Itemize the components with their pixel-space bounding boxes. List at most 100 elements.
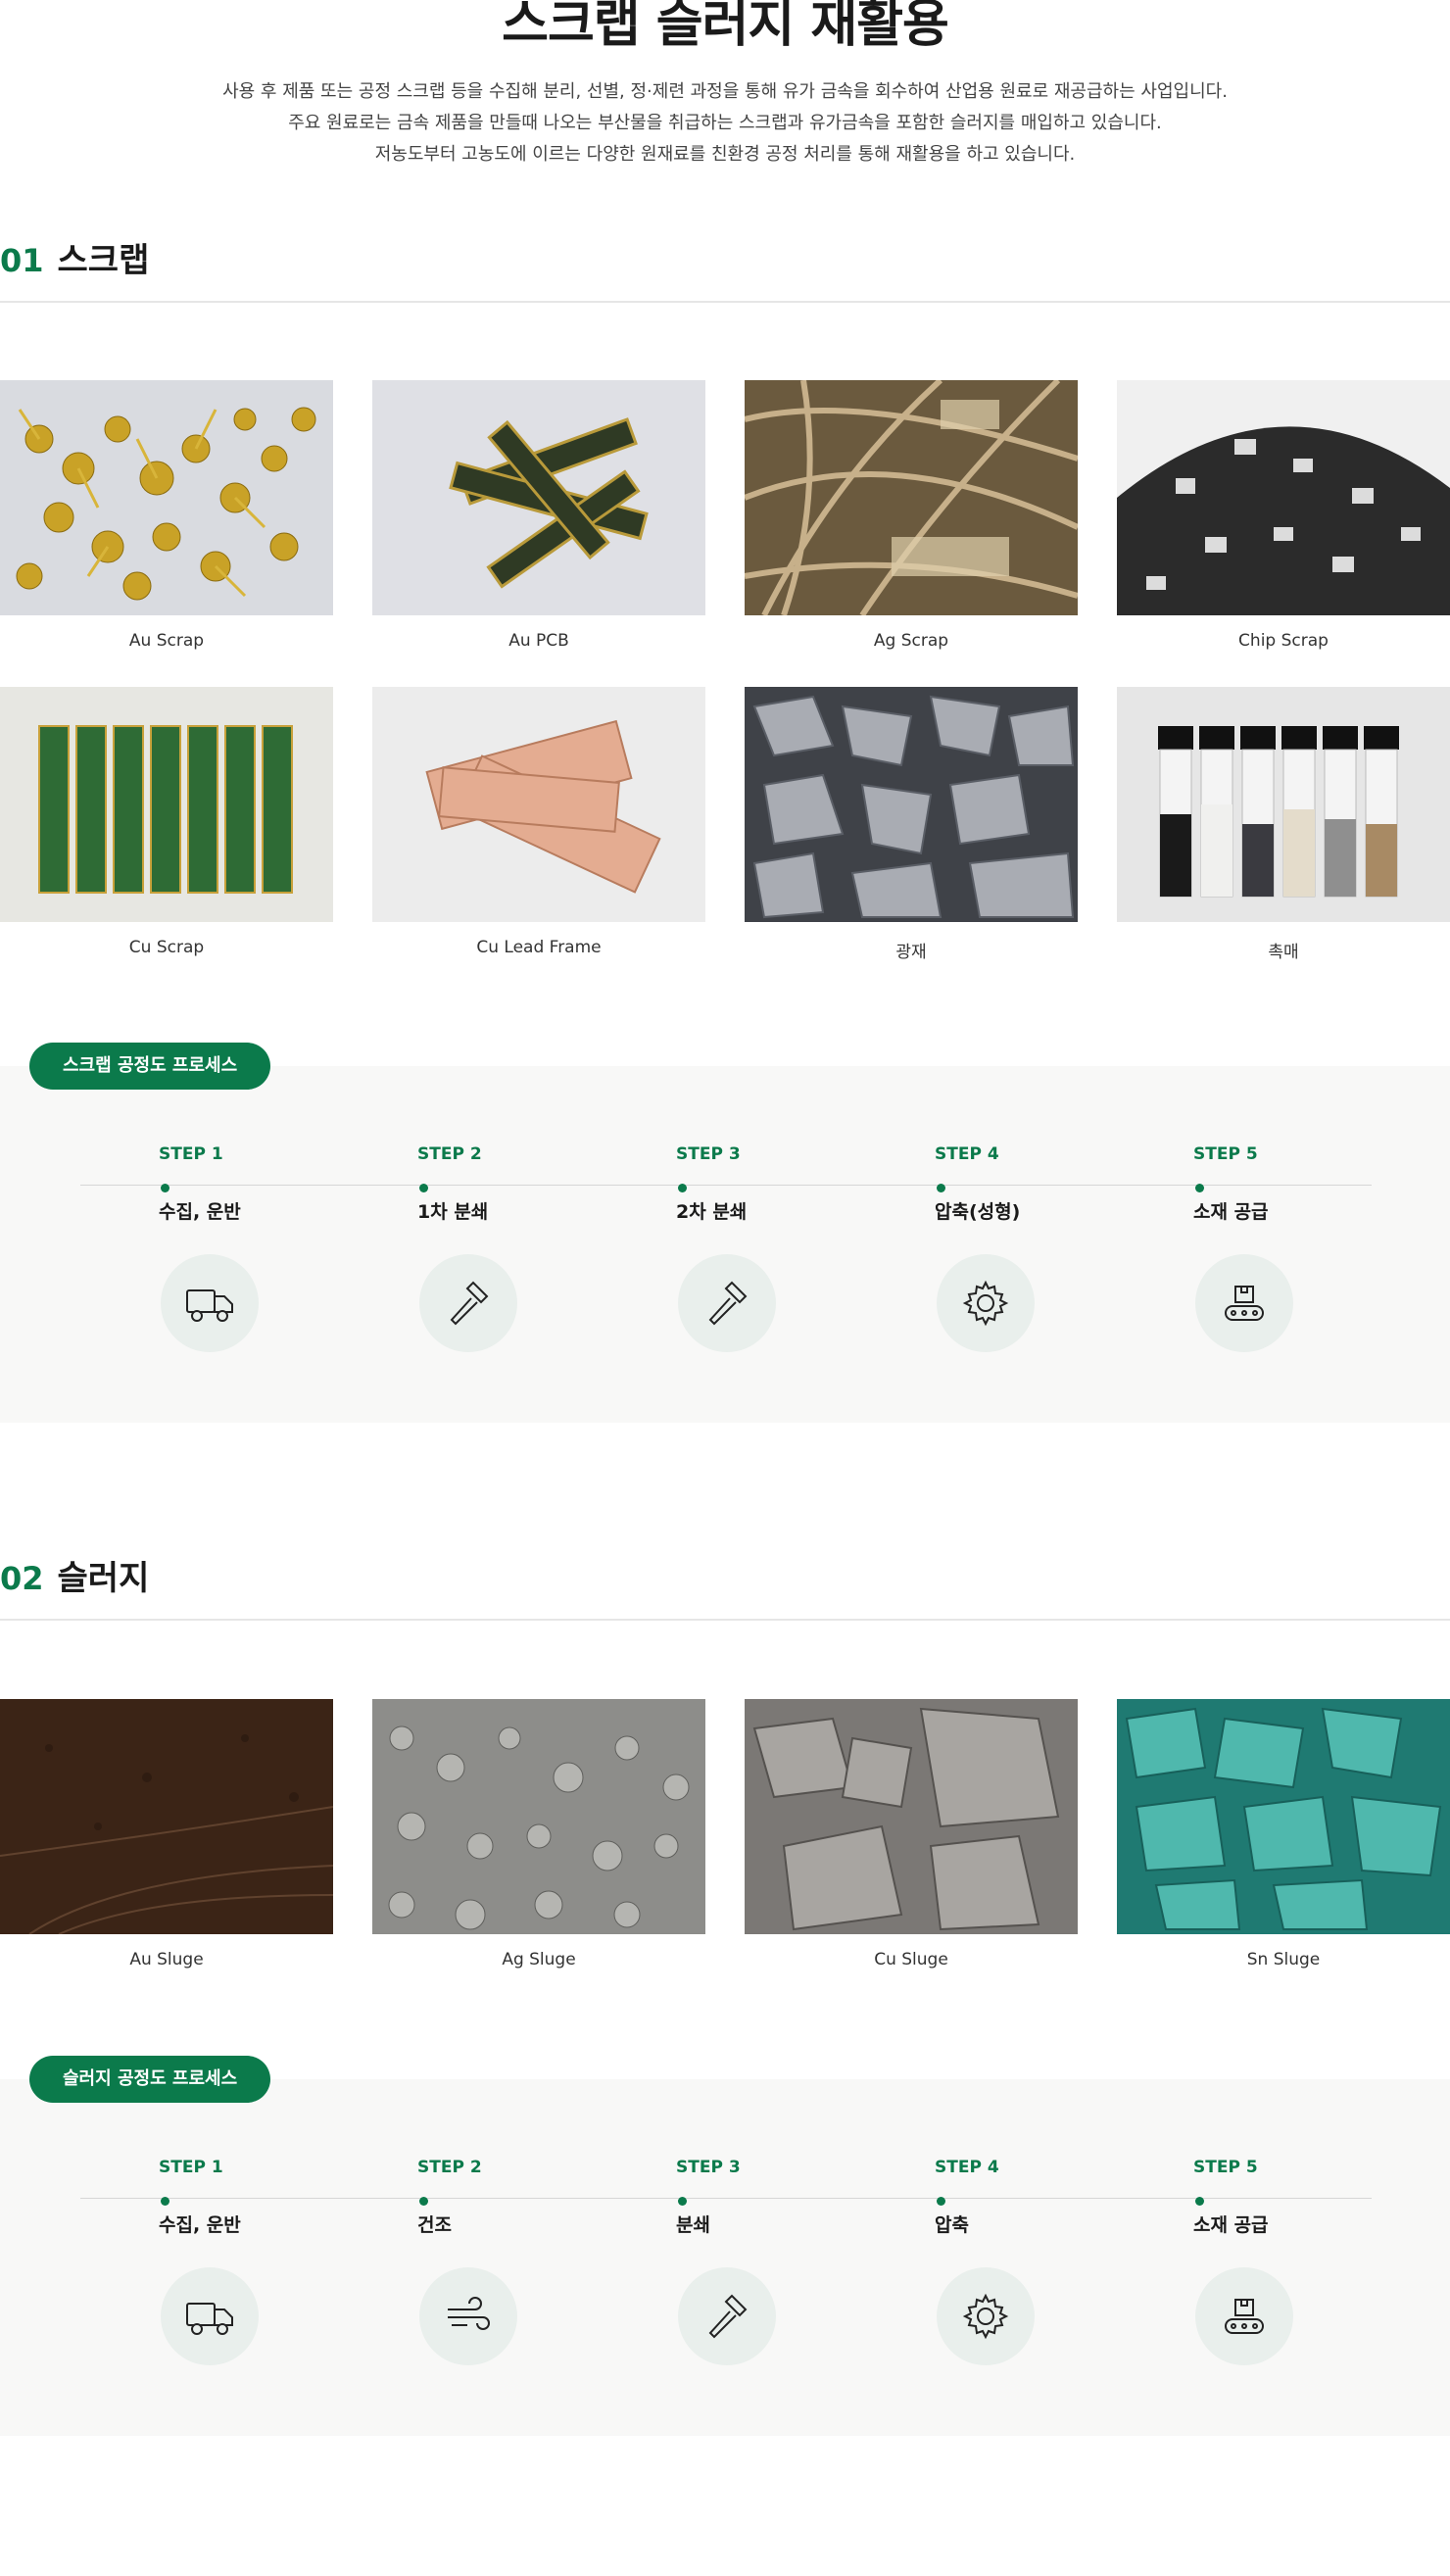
scrap-card-slag[interactable]: 광재 <box>745 687 1078 962</box>
card-label: Au Sluge <box>129 1950 204 1969</box>
gold-pins-photo <box>0 380 333 615</box>
sludge-card-au[interactable]: Au Sluge <box>0 1699 333 1969</box>
gray-gravel-photo <box>372 1699 705 1934</box>
step-dot <box>161 2197 169 2206</box>
scrap-step-4: STEP 4 압축(성형) <box>935 1144 1131 1380</box>
step-name: 2차 분쇄 <box>676 1201 748 1223</box>
silver-frames-photo <box>745 380 1078 615</box>
section-header-scrap: 01 스크랩 <box>0 233 1450 282</box>
card-label: Chip Scrap <box>1238 631 1329 651</box>
step-label: STEP 3 <box>676 1144 741 1164</box>
step-label: STEP 1 <box>159 2158 223 2177</box>
scrap-card-au-pcb[interactable]: Au PCB <box>372 380 705 651</box>
scrap-card-cu-lead-frame[interactable]: Cu Lead Frame <box>372 687 705 957</box>
scrap-card-ag-scrap[interactable]: Ag Scrap <box>745 380 1078 651</box>
step-label: STEP 5 <box>1193 2158 1258 2177</box>
intro-line-3: 저농도부터 고농도에 이르는 다양한 원재료를 친환경 공정 처리를 통해 재활… <box>374 144 1076 165</box>
scrap-card-cu-scrap[interactable]: Cu Scrap <box>0 687 333 957</box>
step-name: 압축 <box>935 2214 969 2236</box>
hammer-icon <box>419 1254 517 1352</box>
section-divider <box>0 1619 1450 1621</box>
green-pcb-photo <box>0 687 333 922</box>
card-label: 촉매 <box>1268 943 1299 962</box>
scrap-card-au-scrap[interactable]: Au Scrap <box>0 380 333 651</box>
step-name: 소재 공급 <box>1193 2214 1269 2236</box>
card-label: 광재 <box>895 943 927 962</box>
section-title: 스크랩 <box>57 241 150 280</box>
gray-rock-photo <box>745 1699 1078 1934</box>
step-label: STEP 3 <box>676 2158 741 2177</box>
scrap-step-3: STEP 3 2차 분쇄 <box>676 1144 872 1380</box>
step-dot <box>1195 1184 1204 1192</box>
wind-icon <box>419 2267 517 2365</box>
step-name: 수집, 운반 <box>159 1201 241 1223</box>
step-name: 1차 분쇄 <box>417 1201 489 1223</box>
step-label: STEP 4 <box>935 2158 999 2177</box>
gear-icon <box>937 1254 1035 1352</box>
step-label: STEP 5 <box>1193 1144 1258 1164</box>
section-header-sludge: 02 슬러지 <box>0 1551 1450 1600</box>
step-label: STEP 1 <box>159 1144 223 1164</box>
truck-icon <box>161 1254 259 1352</box>
step-label: STEP 2 <box>417 1144 482 1164</box>
sludge-card-cu[interactable]: Cu Sluge <box>745 1699 1078 1969</box>
sludge-step-1: STEP 1 수집, 운반 <box>159 2158 355 2393</box>
card-label: Au Scrap <box>128 631 205 651</box>
scrap-step-5: STEP 5 소재 공급 <box>1193 1144 1389 1380</box>
intro-line-2: 주요 원료로는 금속 제품을 만들때 나오는 부산물을 취급하는 스크랩과 유가… <box>288 113 1162 133</box>
card-label: Sn Sluge <box>1246 1950 1321 1969</box>
gear-icon <box>937 2267 1035 2365</box>
card-label: Ag Scrap <box>873 631 949 651</box>
intro-line-1: 사용 후 제품 또는 공정 스크랩 등을 수집해 분리, 선별, 정·제련 과정… <box>222 81 1228 102</box>
scrap-step-1: STEP 1 수집, 운반 <box>159 1144 355 1380</box>
chip-pile-photo <box>1117 380 1450 615</box>
sludge-process-badge: 슬러지 공정도 프로세스 <box>29 2056 271 2103</box>
section-title: 슬러지 <box>57 1559 150 1598</box>
card-label: Cu Sluge <box>874 1950 948 1969</box>
hammer-icon <box>678 1254 776 1352</box>
intro-text: 사용 후 제품 또는 공정 스크랩 등을 수집해 분리, 선별, 정·제련 과정… <box>0 76 1450 170</box>
catalyst-vials-photo <box>1117 687 1450 922</box>
step-dot <box>419 1184 428 1192</box>
sludge-step-5: STEP 5 소재 공급 <box>1193 2158 1389 2393</box>
card-label: Cu Scrap <box>128 938 205 957</box>
step-dot <box>937 1184 945 1192</box>
step-dot <box>937 2197 945 2206</box>
step-label: STEP 2 <box>417 2158 482 2177</box>
step-name: 수집, 운반 <box>159 2214 241 2236</box>
step-name: 압축(성형) <box>935 1201 1021 1223</box>
step-name: 소재 공급 <box>1193 1201 1269 1223</box>
sludge-card-ag[interactable]: Ag Sluge <box>372 1699 705 1969</box>
step-dot <box>161 1184 169 1192</box>
conveyor-icon <box>1195 1254 1293 1352</box>
step-name: 분쇄 <box>676 2214 710 2236</box>
copper-frame-photo <box>372 687 705 922</box>
truck-icon <box>161 2267 259 2365</box>
conveyor-icon <box>1195 2267 1293 2365</box>
sludge-step-2: STEP 2 건조 <box>417 2158 613 2393</box>
section-number: 01 <box>0 242 44 279</box>
scrap-card-catalyst[interactable]: 촉매 <box>1117 687 1450 962</box>
sludge-step-3: STEP 3 분쇄 <box>676 2158 872 2393</box>
page-title: 스크랩 슬러지 재활용 <box>502 0 949 54</box>
sludge-card-sn[interactable]: Sn Sluge <box>1117 1699 1450 1969</box>
scrap-process-badge: 스크랩 공정도 프로세스 <box>29 1043 271 1090</box>
step-name: 건조 <box>417 2214 452 2236</box>
teal-crystal-photo <box>1117 1699 1450 1934</box>
step-dot <box>419 2197 428 2206</box>
scrap-step-2: STEP 2 1차 분쇄 <box>417 1144 613 1380</box>
scrap-card-chip-scrap[interactable]: Chip Scrap <box>1117 380 1450 651</box>
step-dot <box>678 2197 687 2206</box>
card-label: Ag Sluge <box>502 1950 576 1969</box>
slag-photo <box>745 687 1078 922</box>
step-dot <box>678 1184 687 1192</box>
card-label: Cu Lead Frame <box>476 938 602 957</box>
pcb-strips-photo <box>372 380 705 615</box>
sludge-step-4: STEP 4 압축 <box>935 2158 1131 2393</box>
step-dot <box>1195 2197 1204 2206</box>
step-label: STEP 4 <box>935 1144 999 1164</box>
section-number: 02 <box>0 1560 44 1597</box>
section-divider <box>0 301 1450 303</box>
brown-soil-photo <box>0 1699 333 1934</box>
card-label: Au PCB <box>508 631 569 651</box>
